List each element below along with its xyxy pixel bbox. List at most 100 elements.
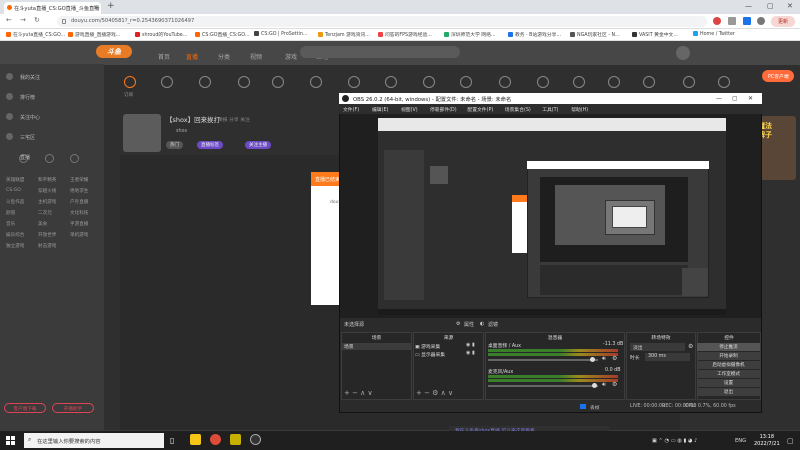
sidebar-category[interactable]: 娱乐综合 [6,232,24,238]
transition-select[interactable]: 淡出 [630,343,685,351]
category-icon[interactable] [161,76,173,88]
sidebar-category[interactable]: CS:GO [6,188,21,193]
sidebar-item[interactable]: 三宅区 [20,134,35,141]
obs-menu-item[interactable]: 工具(T) [542,106,558,113]
category-icon[interactable] [460,76,472,88]
user-avatar[interactable] [676,46,690,60]
extension-icon-2[interactable] [743,17,751,25]
sidebar-category[interactable]: 音乐 [6,221,15,227]
obs-menu-item[interactable]: 文件(F) [343,106,359,113]
taskbar-clock[interactable]: 13:18 2022/7/21 [754,434,780,448]
sidebar-category[interactable]: 颜值 [6,210,15,216]
visibility-eye-icon[interactable]: ◉ ▮ [466,342,475,348]
back-icon[interactable]: ← [6,16,12,24]
mixer-gear-icon[interactable]: ⚙ [612,381,617,388]
nav-live[interactable]: 直播 [186,52,198,61]
source-item[interactable]: ▣ 游戏采集 [415,343,440,350]
browser-tab[interactable]: 在斗yuta直播_CS:GO直播_斗鱼直播 × [4,2,101,14]
transition-gear-icon[interactable]: ⚙ [688,343,693,350]
bookmark-item[interactable]: Home / Twitter [693,31,735,37]
properties-button[interactable]: 属性 [464,321,474,328]
volume-knob[interactable] [590,357,595,362]
sidebar-category[interactable]: 王者荣耀 [70,177,88,183]
sidebar-icon[interactable] [70,154,79,163]
window-minimize-icon[interactable]: — [745,2,752,10]
sidebar-item[interactable]: 直播 [20,154,30,161]
stream-tag[interactable]: 直播标签 [197,141,223,149]
sidebar-category[interactable]: 英雄联盟 [6,177,24,183]
sidebar-category[interactable]: 射击游戏 [38,243,56,249]
bookmark-item[interactable]: NGA玩家社区 - N... [570,31,620,38]
duration-input[interactable]: 300 ms [645,353,690,361]
bookmark-item[interactable]: CS:GO | ProSettin... [254,31,307,37]
add-source-icon[interactable]: + − ⚙ ∧ ∨ [416,389,453,397]
category-icon[interactable] [423,76,435,88]
bookmark-item[interactable]: shroud的YouTube... [135,31,187,38]
site-search-input[interactable] [300,46,460,58]
sidebar-item[interactable]: 我的关注 [20,74,40,81]
file-explorer-icon[interactable] [190,434,201,445]
window-close-icon[interactable]: ✕ [787,2,793,10]
bookmark-item[interactable]: VASIT 黄金中文... [632,31,678,38]
tray-icons[interactable]: ▣ ⌃ ◔ ▭ ◍ ▮ ◕ ♪ [652,438,697,444]
profile-icon[interactable] [757,17,765,25]
visibility-eye-icon[interactable]: ◉ ▮ [466,350,475,356]
window-maximize-icon[interactable]: ▢ [767,2,774,10]
obs-minimize-icon[interactable]: — [716,95,722,102]
sidebar-category[interactable]: 绝地求生 [70,188,88,194]
nav-home[interactable]: 首页 [158,52,170,61]
sidebar-category[interactable]: 穿越火线 [38,188,56,194]
category-icon[interactable] [238,76,250,88]
obs-menu-item[interactable]: 帮助(H) [571,106,588,113]
sidebar-item[interactable]: 排行榜 [20,94,35,101]
speaker-icon[interactable]: 🔊︎ [602,381,606,389]
client-download-button[interactable]: 客户端下载 [4,403,46,413]
sidebar-category[interactable]: 单机游戏 [70,232,88,238]
sidebar-category[interactable]: 斗鱼作品 [6,199,24,205]
taskbar-search-input[interactable]: ⌕ 在这里输入你要搜索的内容 [24,433,164,448]
obs-close-icon[interactable]: ✕ [748,95,753,102]
follow-button[interactable]: 关注主播 [245,141,271,149]
obs-menu-item[interactable]: 配置文件(P) [467,106,493,113]
settings-button[interactable]: 设置 [697,379,760,387]
obs-menu-item[interactable]: 场景集合(S) [505,106,531,113]
scene-item[interactable]: 场景 [342,343,411,350]
douyu-logo[interactable]: 斗鱼 [96,45,132,58]
bookmark-item[interactable]: 在斗yuta直播_CS:GO... [6,31,65,38]
windows-start-icon[interactable] [6,436,15,445]
extension-icon[interactable] [713,17,721,25]
pc-client-button[interactable]: PC客户端 [762,70,794,82]
source-item[interactable]: ▭ 显示器采集 [415,351,445,358]
exit-button[interactable]: 退出 [697,388,760,396]
bookmark-item[interactable]: 教务 · B站游戏分享... [508,31,561,38]
bookmark-item[interactable]: 问答的FPS游戏经验... [378,31,432,38]
obs-taskbar-icon[interactable] [250,434,261,445]
category-icon[interactable] [124,76,136,88]
obs-menu-item[interactable]: 编辑(E) [372,106,388,113]
streaming-helper-button[interactable]: 开播助手 [52,403,94,413]
sidebar-category[interactable]: 主机游戏 [38,199,56,205]
obs-maximize-icon[interactable]: ▢ [732,95,738,102]
notification-icon[interactable]: ▢ [787,437,794,445]
mixer-gear-icon[interactable]: ⚙ [612,355,617,362]
obs-menu-item[interactable]: 停靠部件(D) [430,106,457,113]
category-icon[interactable] [199,76,211,88]
new-tab-button[interactable]: + [107,1,115,11]
nav-game[interactable]: 游戏 [285,52,297,61]
category-icon[interactable] [643,76,655,88]
category-icon[interactable] [310,76,322,88]
sidebar-category[interactable]: 户外直播 [70,199,88,205]
add-scene-icon[interactable]: + − ∧ ∨ [344,389,373,397]
chrome-icon[interactable] [210,434,221,445]
studio-mode-button[interactable]: 工作室模式 [697,370,760,378]
sidebar-category[interactable]: 美食 [38,221,47,227]
sidebar-category[interactable]: 二次元 [38,210,52,216]
url-bar[interactable]: douyu.com/5040581?_r=0.2543690371026497 [57,16,707,27]
category-icon[interactable] [683,76,695,88]
nav-video[interactable]: 视频 [250,52,262,61]
volume-knob[interactable] [592,383,597,388]
stream-actions[interactable]: 举报 分享 关注 [218,116,250,123]
share-icon[interactable] [728,17,736,25]
sidebar-icon[interactable] [45,154,54,163]
streamer-avatar[interactable] [123,114,161,152]
